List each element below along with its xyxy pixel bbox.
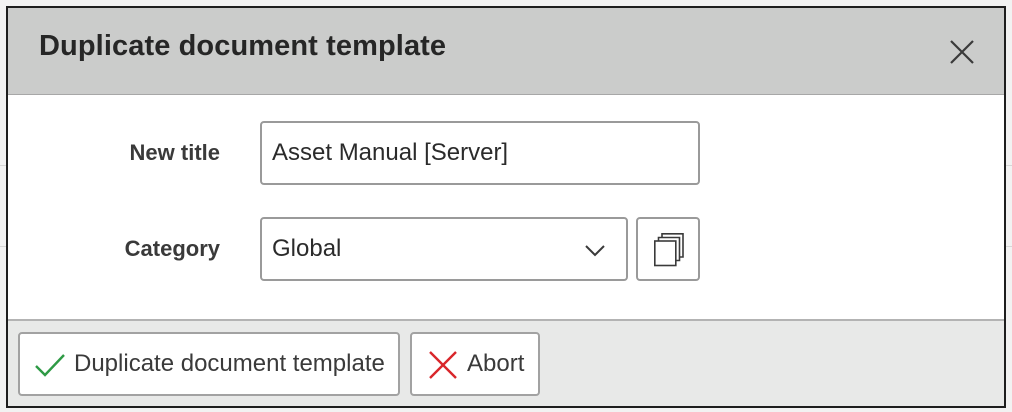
dialog-body: New title Category Global xyxy=(8,95,1004,319)
dialog-title: Duplicate document template xyxy=(39,30,447,62)
chevron-down-icon xyxy=(585,245,605,257)
close-icon xyxy=(950,40,974,64)
category-label: Category xyxy=(124,236,220,261)
category-selected-value: Global xyxy=(272,235,342,262)
abort-label: Abort xyxy=(467,350,525,377)
dialog-header: Duplicate document template xyxy=(8,8,1004,95)
dialog-footer: Duplicate document template Abort xyxy=(8,319,1004,406)
check-icon xyxy=(35,354,65,377)
duplicate-template-button[interactable]: Duplicate document template xyxy=(18,332,400,396)
duplicate-template-label: Duplicate document template xyxy=(74,350,385,377)
close-button[interactable] xyxy=(944,34,980,70)
duplicate-template-dialog: Duplicate document template New title Ca… xyxy=(6,6,1006,408)
new-title-input[interactable] xyxy=(260,121,700,185)
x-icon xyxy=(429,351,457,379)
category-select[interactable]: Global xyxy=(260,217,628,281)
new-title-label: New title xyxy=(129,140,220,165)
copy-icon xyxy=(654,233,684,267)
copy-category-button[interactable] xyxy=(636,217,700,281)
abort-button[interactable]: Abort xyxy=(410,332,540,396)
